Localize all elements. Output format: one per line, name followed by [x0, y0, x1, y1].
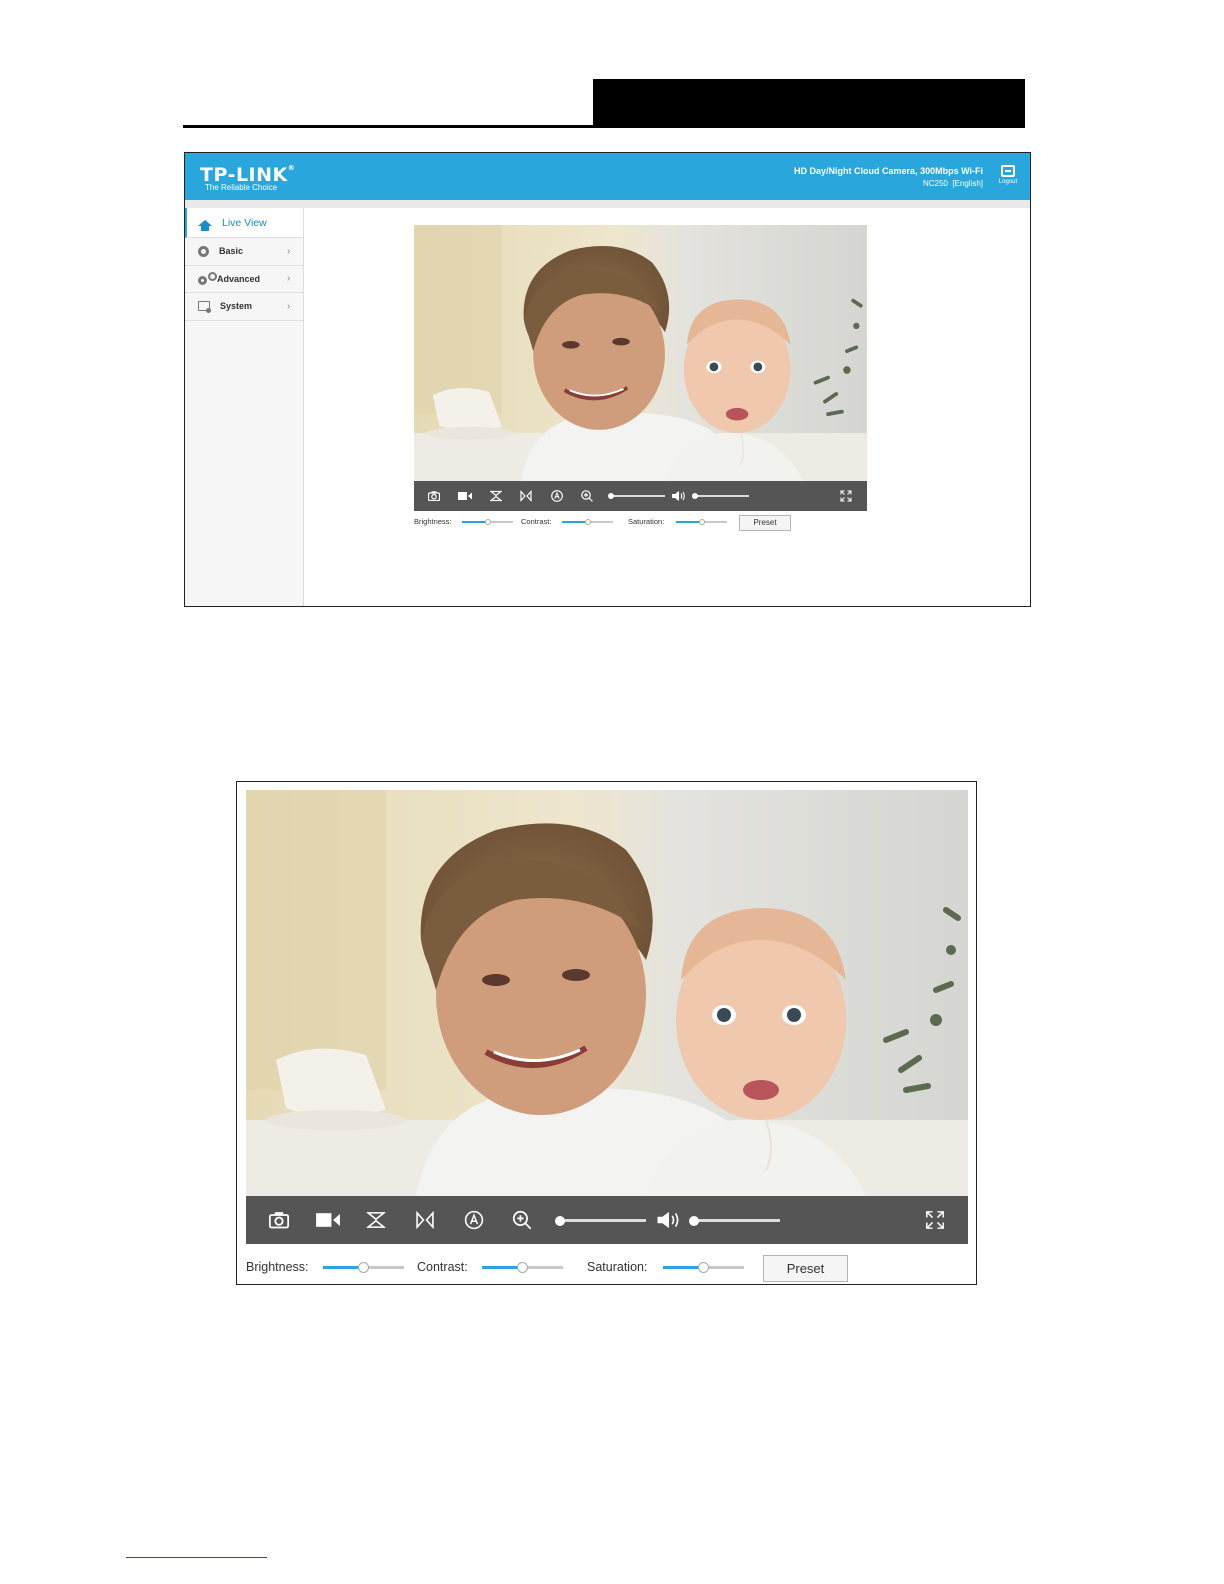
camera-web-ui-screenshot: TP-LINK® The Reliable Choice HD Day/Nigh…: [184, 152, 1031, 607]
volume-slider-knob[interactable]: [689, 1215, 699, 1226]
gear-icon: [198, 245, 209, 257]
camera-icon[interactable]: [428, 491, 440, 501]
video-control-bar: [414, 481, 867, 511]
logo-tagline: The Reliable Choice: [205, 183, 278, 192]
volume-slider[interactable]: [692, 493, 749, 499]
logout-button[interactable]: Logout: [996, 165, 1020, 185]
zoom-slider-knob[interactable]: [555, 1215, 565, 1226]
zoom-slider-knob[interactable]: [608, 493, 614, 499]
volume-icon[interactable]: [672, 491, 686, 502]
chevron-right-icon: ›: [287, 300, 291, 312]
mirror-icon[interactable]: [520, 490, 532, 502]
sidebar-item-label: Live View: [222, 216, 267, 229]
record-icon[interactable]: [316, 1212, 340, 1229]
header-divider: [185, 200, 1030, 208]
contrast-knob[interactable]: [517, 1262, 528, 1273]
brightness-label: Brightness:: [246, 1260, 309, 1274]
preset-button[interactable]: Preset: [739, 515, 791, 531]
preset-button[interactable]: Preset: [763, 1255, 848, 1282]
brightness-knob[interactable]: [484, 519, 491, 525]
chevron-right-icon: ›: [287, 273, 291, 285]
brightness-knob[interactable]: [358, 1262, 369, 1273]
sidebar: Live View Basic › Advanced › System ›: [185, 208, 304, 606]
brightness-label: Brightness:: [414, 517, 452, 526]
sidebar-item-advanced[interactable]: Advanced ›: [185, 266, 303, 293]
video-control-bar: [246, 1196, 968, 1244]
saturation-label: Saturation:: [628, 517, 665, 526]
saturation-slider[interactable]: [663, 1262, 744, 1273]
saturation-slider[interactable]: [676, 519, 727, 525]
contrast-label: Contrast:: [417, 1260, 468, 1274]
sidebar-item-system[interactable]: System ›: [185, 293, 303, 321]
flip-icon[interactable]: [366, 1211, 386, 1229]
sidebar-item-basic[interactable]: Basic ›: [185, 238, 303, 266]
contrast-label: Contrast:: [521, 517, 552, 526]
brightness-slider[interactable]: [462, 519, 513, 525]
footer-link-underline: [126, 1557, 267, 1558]
live-video-feed[interactable]: [414, 225, 867, 481]
document-header-rule: [183, 125, 1025, 128]
fullscreen-icon[interactable]: [926, 1211, 944, 1229]
saturation-label: Saturation:: [587, 1260, 648, 1274]
video-frame-image: [246, 790, 968, 1196]
gears-icon: [198, 272, 217, 286]
logout-icon: [1001, 165, 1015, 177]
auto-icon[interactable]: [464, 1210, 484, 1230]
camera-icon[interactable]: [269, 1212, 289, 1229]
saturation-fill: [676, 521, 702, 523]
saturation-knob[interactable]: [698, 519, 705, 525]
contrast-slider[interactable]: [562, 519, 613, 525]
video-frame-image: [414, 225, 867, 481]
auto-icon[interactable]: [551, 490, 563, 502]
contrast-knob[interactable]: [584, 519, 591, 525]
flip-icon[interactable]: [490, 490, 502, 502]
sidebar-item-label: Basic: [219, 246, 244, 257]
record-icon[interactable]: [458, 491, 472, 501]
home-icon: [198, 219, 212, 231]
system-icon: [198, 301, 211, 314]
live-video-feed[interactable]: [246, 790, 968, 1196]
contrast-fill: [562, 521, 588, 523]
mirror-icon[interactable]: [416, 1211, 435, 1229]
zoom-slider[interactable]: [608, 493, 665, 499]
product-name: HD Day/Night Cloud Camera, 300Mbps Wi-Fi: [794, 166, 983, 176]
top-header: TP-LINK® The Reliable Choice HD Day/Nigh…: [185, 153, 1030, 200]
fullscreen-icon[interactable]: [840, 490, 852, 502]
volume-slider-knob[interactable]: [692, 493, 698, 499]
model-language[interactable]: NC250 [English]: [923, 179, 983, 188]
sidebar-item-label: Advanced: [217, 273, 261, 284]
zoom-in-icon[interactable]: [512, 1210, 532, 1230]
sidebar-item-label: System: [220, 301, 253, 312]
brightness-slider[interactable]: [323, 1262, 404, 1273]
brightness-fill: [462, 521, 488, 523]
logout-label: Logout: [998, 179, 1018, 185]
volume-icon[interactable]: [657, 1211, 681, 1229]
live-view-enlarged-screenshot: Brightness: Contrast: Saturation: Preset: [236, 781, 977, 1285]
contrast-slider[interactable]: [482, 1262, 563, 1273]
zoom-in-icon[interactable]: [581, 490, 593, 502]
saturation-knob[interactable]: [698, 1262, 709, 1273]
volume-slider[interactable]: [689, 1215, 780, 1226]
zoom-slider[interactable]: [555, 1215, 646, 1226]
sidebar-item-live-view[interactable]: Live View: [185, 208, 303, 238]
chevron-right-icon: ›: [287, 245, 291, 257]
document-header-block: [593, 79, 1025, 127]
